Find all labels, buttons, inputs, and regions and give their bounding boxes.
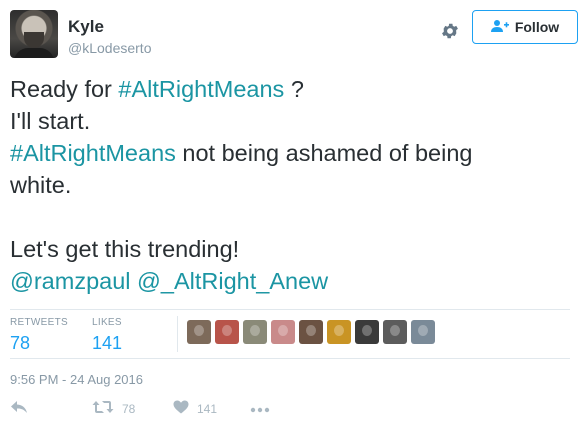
heart-icon — [173, 400, 189, 417]
retweets-count: 78 — [10, 333, 31, 353]
liker-avatar[interactable] — [355, 320, 379, 344]
mention-link[interactable]: @_AltRight_Anew — [137, 268, 328, 294]
tweet-line: #AltRightMeans not being ashamed of bein… — [10, 137, 570, 169]
liker-avatar[interactable] — [187, 320, 211, 344]
tweet-stats: RETWEETS 78 LIKES 141 — [10, 309, 570, 359]
tweet-text-segment: I'll start. — [10, 108, 91, 134]
tweet-line: Let's get this trending! — [10, 233, 570, 265]
retweet-action-count: 78 — [122, 401, 136, 416]
more-icon — [250, 402, 270, 416]
mention-link[interactable]: @ramzpaul — [10, 268, 131, 294]
gear-icon[interactable] — [437, 18, 463, 44]
likes-label: LIKES — [92, 317, 122, 328]
liker-avatar[interactable] — [383, 320, 407, 344]
tweet-text-segment: Ready for — [10, 76, 119, 102]
tweet-timestamp[interactable]: 9:56 PM - 24 Aug 2016 — [10, 372, 143, 387]
tweet-actions: 78 141 — [10, 398, 570, 424]
retweets-stat[interactable]: RETWEETS 78 — [10, 317, 68, 354]
tweet-line: white. — [10, 169, 570, 201]
reply-icon — [10, 400, 28, 417]
stats-divider — [177, 316, 178, 352]
liker-avatar[interactable] — [327, 320, 351, 344]
follow-label: Follow — [514, 19, 560, 35]
retweet-button[interactable]: 78 — [92, 400, 135, 417]
tweet-line: @ramzpaul @_AltRight_Anew — [10, 265, 570, 297]
like-action-count: 141 — [197, 401, 218, 416]
likes-count: 141 — [92, 333, 123, 353]
liker-avatar[interactable] — [243, 320, 267, 344]
user-handle[interactable]: @kLodeserto — [68, 40, 151, 56]
hashtag-link[interactable]: #AltRightMeans — [10, 140, 176, 166]
more-button[interactable] — [250, 402, 270, 416]
tweet-header: Kyle @kLodeserto Follow — [10, 10, 578, 62]
tweet-text-segment: white. — [10, 172, 72, 198]
user-name[interactable]: Kyle — [68, 17, 104, 37]
reply-button[interactable] — [10, 400, 28, 417]
tweet-text: Ready for #AltRightMeans ? I'll start. #Al… — [10, 73, 570, 297]
hashtag-link[interactable]: #AltRightMeans — [118, 76, 284, 102]
liker-avatar[interactable] — [215, 320, 239, 344]
tweet-text-segment: Let's get this trending! — [10, 236, 240, 262]
liker-avatar[interactable] — [299, 320, 323, 344]
likers-avatars — [187, 320, 435, 344]
tweet-line: I'll start. — [10, 105, 570, 137]
retweets-label: RETWEETS — [10, 317, 68, 328]
likes-stat[interactable]: LIKES 141 — [92, 317, 122, 354]
follow-button[interactable]: Follow — [472, 10, 578, 44]
tweet-line — [10, 201, 570, 233]
tweet-text-segment: not being ashamed of being — [175, 140, 473, 166]
liker-avatar[interactable] — [271, 320, 295, 344]
like-button[interactable]: 141 — [173, 400, 217, 417]
add-user-icon — [490, 19, 509, 36]
liker-avatar[interactable] — [411, 320, 435, 344]
retweet-icon — [92, 400, 114, 417]
tweet-text-segment: ? — [284, 76, 304, 102]
tweet-line: Ready for #AltRightMeans ? — [10, 73, 570, 105]
avatar[interactable] — [10, 10, 58, 58]
